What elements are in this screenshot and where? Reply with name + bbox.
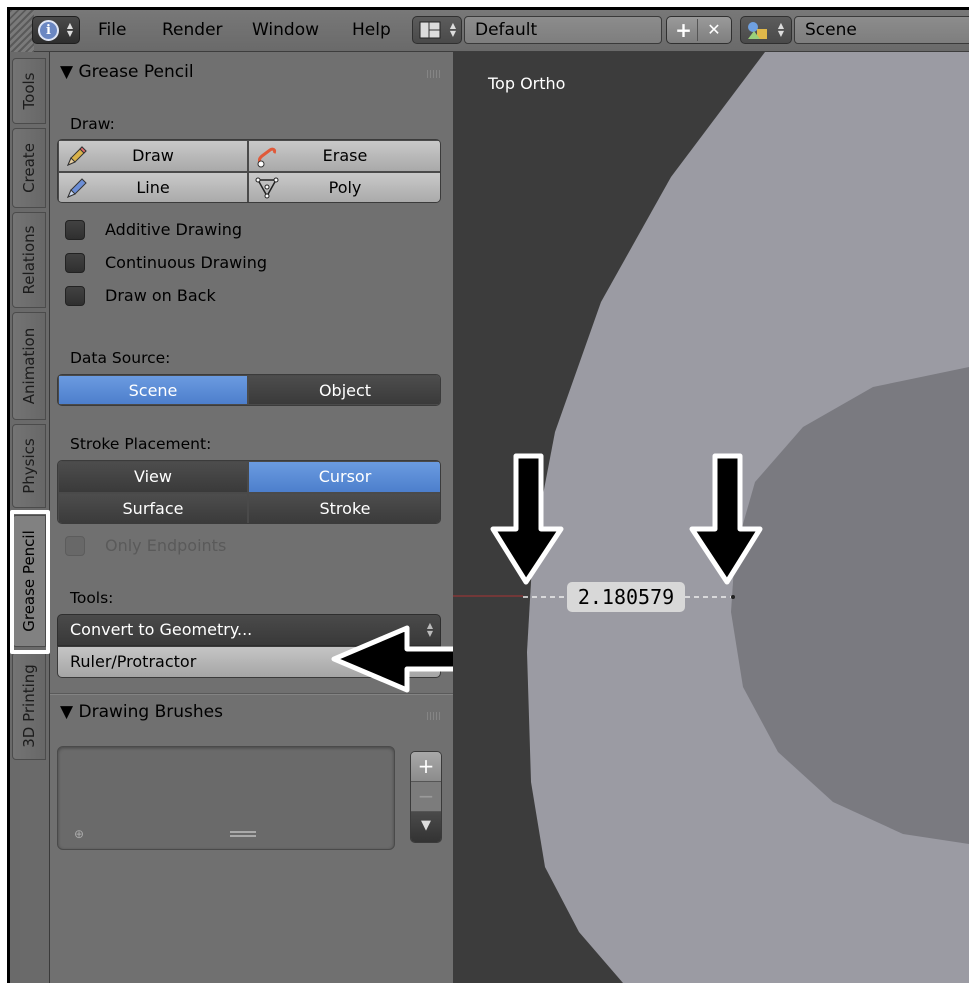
ruler-measurement-label: 2.180579 (567, 582, 685, 612)
viewport-scene (453, 52, 969, 983)
view-label: Top Ortho (488, 74, 566, 93)
blender-window: i ▲ ▼ File Render Window Help ▲ ▼ Default … (7, 7, 969, 983)
3d-viewport[interactable]: Top Ortho 2.180579 (453, 52, 969, 983)
ruler-endpoint (731, 595, 735, 599)
